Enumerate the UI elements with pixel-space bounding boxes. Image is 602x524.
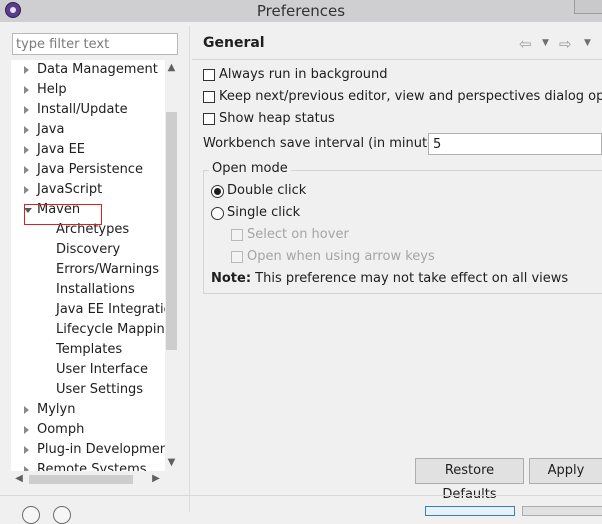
tree-item[interactable]: User Interface — [11, 360, 165, 380]
scroll-left-icon[interactable]: ◀ — [11, 471, 27, 487]
apply-button[interactable]: Apply — [529, 458, 602, 484]
collapsed-arrow-icon[interactable] — [24, 186, 29, 194]
double-click-label[interactable]: Double click — [227, 183, 306, 199]
panel-divider[interactable] — [189, 26, 190, 512]
tree-item-label: Remote Systems — [37, 462, 147, 471]
collapsed-arrow-icon[interactable] — [24, 126, 29, 134]
bottom-separator — [0, 495, 602, 496]
save-interval-input[interactable] — [428, 133, 602, 155]
keep-next-prev-checkbox[interactable] — [203, 91, 215, 103]
open-arrow-keys-label: Open when using arrow keys — [247, 249, 435, 264]
select-on-hover-checkbox — [231, 229, 243, 241]
scroll-down-icon[interactable]: ▼ — [165, 455, 178, 471]
collapsed-arrow-icon[interactable] — [24, 426, 29, 434]
keep-next-prev-label[interactable]: Keep next/previous editor, view and pers… — [219, 89, 602, 105]
import-export-icon[interactable] — [53, 506, 71, 524]
tree-item-label: User Settings — [56, 382, 144, 397]
save-interval-label: Workbench save interval (in minutes): — [203, 136, 452, 151]
horizontal-scroll-thumb[interactable] — [29, 475, 133, 484]
tree-item-label: Templates — [56, 342, 123, 357]
tree-item[interactable]: Discovery — [11, 240, 165, 260]
tree-item[interactable]: User Settings — [11, 380, 165, 400]
tree-item[interactable]: Installations — [11, 280, 165, 300]
tree-item[interactable]: Help — [11, 80, 165, 100]
window-title: Preferences — [256, 2, 346, 20]
tree-item[interactable]: Data Management — [11, 60, 165, 80]
tree-item-label: Lifecycle Mappings — [56, 322, 165, 337]
tree-item-label: Java EE — [37, 142, 86, 157]
tree-item-label: Data Management — [37, 62, 158, 77]
tree-item-label: Java Persistence — [37, 162, 143, 177]
collapsed-arrow-icon[interactable] — [24, 66, 29, 74]
restore-defaults-button[interactable]: Restore Defaults — [415, 458, 524, 502]
collapsed-arrow-icon[interactable] — [24, 86, 29, 94]
tree-item[interactable]: Java — [11, 120, 165, 140]
tree-item-label: Installations — [56, 282, 135, 297]
tree-item-label: Java EE Integration — [56, 302, 165, 317]
tree-item[interactable]: Remote Systems — [11, 460, 165, 471]
scroll-right-icon[interactable]: ▶ — [148, 471, 164, 487]
tree-item-label: JavaScript — [37, 182, 103, 197]
tree-item[interactable]: Java EE — [11, 140, 165, 160]
maven-highlight-box — [24, 204, 102, 225]
tree-item-label: Help — [37, 82, 67, 97]
tree-item-label: Plug-in Development — [37, 442, 165, 457]
tree-item[interactable]: Oomph — [11, 420, 165, 440]
show-heap-checkbox[interactable] — [203, 113, 215, 125]
title-separator — [192, 59, 602, 60]
tree-item[interactable]: Install/Update — [11, 100, 165, 120]
page-title: General — [203, 35, 265, 51]
select-on-hover-label: Select on hover — [247, 227, 349, 242]
tree-item[interactable]: JavaScript — [11, 180, 165, 200]
tree-item-label: Mylyn — [37, 402, 76, 417]
arrow-left-icon[interactable]: ⇦ — [519, 35, 532, 53]
cancel-button[interactable] — [522, 506, 602, 516]
tree-item[interactable]: Java Persistence — [11, 160, 165, 180]
tree-item[interactable]: Java EE Integration — [11, 300, 165, 320]
back-dropdown-icon[interactable]: ▼ — [542, 38, 549, 48]
single-click-radio[interactable] — [211, 207, 224, 220]
collapsed-arrow-icon[interactable] — [24, 146, 29, 154]
show-heap-label[interactable]: Show heap status — [219, 111, 335, 127]
double-click-radio[interactable] — [211, 185, 224, 198]
tree-item[interactable]: Lifecycle Mappings — [11, 320, 165, 340]
tree-item-label: User Interface — [56, 362, 148, 377]
tree-item-label: Install/Update — [37, 102, 128, 117]
tree-item-label: Java — [37, 122, 65, 137]
vertical-scroll-thumb[interactable] — [166, 112, 177, 350]
note-text: Note: This preference may not take effec… — [211, 271, 568, 287]
collapsed-arrow-icon[interactable] — [24, 446, 29, 454]
preference-tree[interactable]: Data Management Help Install/Update Java Jav… — [11, 60, 165, 471]
tree-item[interactable]: Plug-in Development — [11, 440, 165, 460]
tree-item[interactable]: Errors/Warnings — [11, 260, 165, 280]
always-run-background-label[interactable]: Always run in background — [219, 67, 388, 83]
tree-item[interactable]: Templates — [11, 340, 165, 360]
tree-item[interactable]: Mylyn — [11, 400, 165, 420]
close-button[interactable] — [574, 0, 602, 14]
filter-input[interactable] — [12, 33, 178, 55]
tree-item-label: Errors/Warnings — [56, 262, 160, 277]
forward-dropdown-icon[interactable]: ▼ — [584, 38, 591, 48]
tree-item-label: Discovery — [56, 242, 121, 257]
note-body: This preference may not take effect on a… — [251, 271, 569, 286]
open-arrow-keys-checkbox — [231, 251, 243, 263]
single-click-label[interactable]: Single click — [227, 205, 300, 221]
scroll-up-icon[interactable]: ▲ — [165, 60, 178, 76]
help-icon[interactable] — [22, 506, 40, 524]
always-run-background-checkbox[interactable] — [203, 69, 215, 81]
collapsed-arrow-icon[interactable] — [24, 406, 29, 414]
ok-button[interactable] — [425, 506, 515, 516]
open-mode-legend: Open mode — [209, 161, 291, 177]
note-bold: Note: — [211, 271, 252, 286]
tree-item-label: Oomph — [37, 422, 85, 437]
collapsed-arrow-icon[interactable] — [24, 106, 29, 114]
arrow-right-icon[interactable]: ⇨ — [559, 35, 572, 53]
collapsed-arrow-icon[interactable] — [24, 166, 29, 174]
